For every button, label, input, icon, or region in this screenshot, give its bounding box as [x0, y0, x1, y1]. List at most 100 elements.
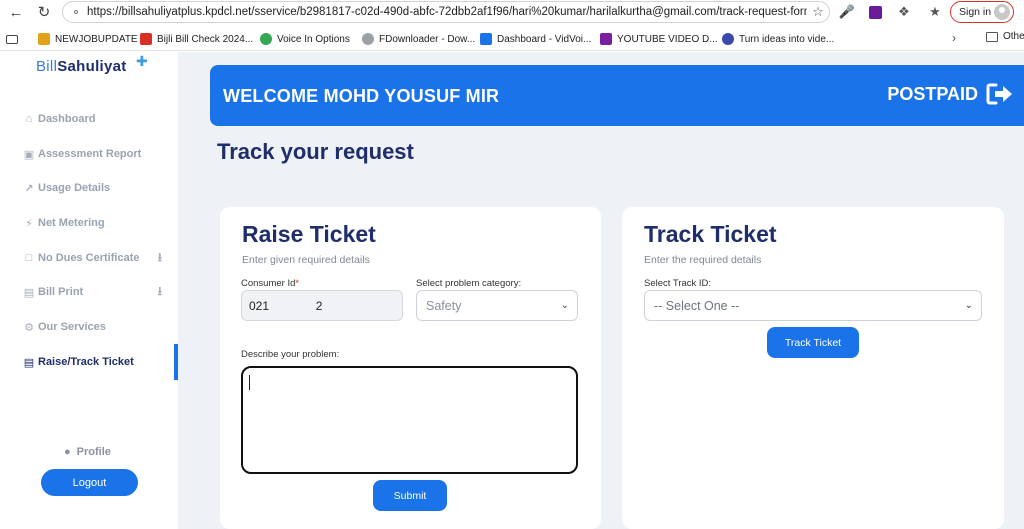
bookmark-youtube-video[interactable]: YOUTUBE VIDEO D... [600, 31, 718, 47]
describe-label: Describe your problem: [241, 349, 340, 360]
track-ticket-button[interactable]: Track Ticket [767, 327, 859, 358]
logo-plus-icon: ✚ [136, 53, 148, 69]
sidebar-item-bill-print[interactable]: ▤ Bill Print ⭳ [22, 282, 172, 302]
sidebar-item-label: Bill Print [38, 286, 84, 298]
chart-icon: ↗ [24, 182, 34, 195]
category-label: Select problem category: [416, 278, 522, 289]
consumer-id-label: Consumer Id* [241, 278, 299, 289]
bookmark-fdownloader[interactable]: FDownloader - Dow... [362, 31, 475, 47]
reload-icon[interactable]: ↻ [34, 2, 54, 22]
sidebar-item-label: Assessment Report [38, 148, 142, 160]
bolt-icon: ⚡ [25, 217, 33, 230]
download-icon[interactable]: ⭳ [158, 248, 162, 269]
url-text[interactable]: https://billsahuliyatplus.kpdcl.net/sser… [87, 6, 807, 18]
bookmark-label: FDownloader - Dow... [379, 33, 476, 45]
bookmark-label: NEWJOBUPDATE [55, 33, 138, 45]
logout-button[interactable]: Logout [41, 469, 138, 496]
chevron-down-icon: ⌄ [560, 300, 569, 311]
page: BillSahuliyat ✚ ⌂ Dashboard ▣ Assessment R… [0, 52, 1024, 529]
describe-problem-textarea[interactable] [241, 366, 578, 474]
profile-label: Profile [76, 446, 111, 458]
sidebar-item-label: Raise/Track Ticket [38, 356, 134, 368]
bookmark-bijli-bill[interactable]: Bijli Bill Check 2024... [140, 31, 253, 47]
active-indicator [174, 344, 178, 380]
track-id-label: Select Track ID: [644, 278, 712, 289]
logo-text-part1: Bill [36, 58, 58, 75]
user-icon: ● [64, 446, 71, 458]
app-logo[interactable]: BillSahuliyat [36, 58, 127, 75]
bookmark-label: Bijli Bill Check 2024... [157, 33, 254, 45]
gear-icon: ⚙ [24, 321, 34, 334]
chevron-down-icon: ⌄ [964, 300, 973, 311]
sidebar-item-label: Usage Details [38, 182, 111, 194]
other-bookmarks[interactable]: Othe [986, 31, 1024, 42]
profile-link[interactable]: ● Profile [64, 446, 111, 458]
sidebar-item-net-metering[interactable]: ⚡ Net Metering [22, 213, 172, 233]
sidebar-item-raise-track-ticket[interactable]: ▤ Raise/Track Ticket [22, 352, 172, 372]
fdownloader-favicon-icon [362, 33, 374, 45]
welcome-banner: WELCOME MOHD YOUSUF MIR POSTPAID [210, 65, 1024, 126]
category-selected-value: Safety [426, 298, 462, 313]
folder-icon [986, 31, 998, 42]
consumer-id-input[interactable]: 021 2 [241, 290, 403, 321]
consumer-id-label-text: Consumer Id [241, 278, 296, 289]
address-bar[interactable]: ⚬ https://billsahuliyatplus.kpdcl.net/ss… [62, 1, 830, 23]
sidebar-item-our-services[interactable]: ⚙ Our Services [22, 317, 172, 337]
tab-search-icon[interactable] [6, 31, 23, 47]
browser-toolbar: ← ↻ ⚬ https://billsahuliyatplus.kpdcl.ne… [0, 0, 1024, 26]
favorites-icon[interactable]: ★ [926, 3, 944, 21]
ideas-favicon-icon [722, 33, 734, 45]
report-icon: ▣ [23, 148, 35, 161]
print-icon: ▤ [23, 286, 35, 299]
raise-ticket-subtitle: Enter given required details [242, 254, 370, 266]
kv-favicon-icon [600, 33, 612, 45]
bijli-favicon-icon [140, 33, 152, 45]
bookmarks-bar: NEWJOBUPDATE Bijli Bill Check 2024... Vo… [0, 27, 1024, 51]
plan-label: POSTPAID [887, 83, 978, 104]
microphone-icon[interactable]: 🎤 [838, 3, 856, 21]
extension-n-icon[interactable] [866, 3, 884, 21]
other-bookmarks-label: Othe [1003, 31, 1024, 42]
sign-out-icon[interactable] [986, 82, 1014, 106]
text-caret [249, 375, 250, 390]
track-ticket-card: Track Ticket Enter the required details … [622, 207, 1004, 529]
submit-button[interactable]: Submit [373, 480, 447, 511]
bookmark-voice-in[interactable]: Voice In Options [260, 31, 350, 47]
raise-ticket-title: Raise Ticket [242, 221, 376, 247]
bookmark-vidvoice[interactable]: Dashboard - VidVoi... [480, 31, 591, 47]
download-icon[interactable]: ⭳ [158, 282, 162, 303]
bookmark-label: Turn ideas into vide... [739, 33, 835, 45]
track-id-selected-value: -- Select One -- [654, 298, 740, 313]
sidebar: BillSahuliyat ✚ ⌂ Dashboard ▣ Assessment R… [0, 52, 178, 529]
bookmark-label: Dashboard - VidVoi... [497, 33, 592, 45]
sign-in-label: Sign in [959, 6, 992, 18]
welcome-text: WELCOME MOHD YOUSUF MIR [223, 86, 500, 106]
sidebar-item-label: No Dues Certificate [38, 252, 140, 264]
sidebar-item-label: Net Metering [38, 217, 105, 229]
sidebar-item-usage-details[interactable]: ↗ Usage Details [22, 178, 172, 198]
back-icon[interactable]: ← [6, 2, 26, 22]
voicein-favicon-icon [260, 33, 272, 45]
bookmark-star-icon[interactable]: ☆ [807, 4, 829, 20]
home-icon: ⌂ [25, 113, 33, 125]
bookmark-label: Voice In Options [277, 33, 350, 45]
chevron-right-icon[interactable]: › [952, 31, 956, 45]
newjob-favicon-icon [38, 33, 50, 45]
plan-indicator[interactable]: POSTPAID [887, 82, 1014, 106]
sidebar-item-assessment-report[interactable]: ▣ Assessment Report [22, 144, 172, 164]
sidebar-item-no-dues-certificate[interactable]: □ No Dues Certificate ⭳ [22, 248, 172, 268]
site-info-icon[interactable]: ⚬ [65, 6, 87, 19]
required-star: * [295, 278, 299, 288]
sign-in-button[interactable]: Sign in [950, 1, 1014, 23]
track-ticket-subtitle: Enter the required details [644, 254, 762, 266]
sidebar-item-dashboard[interactable]: ⌂ Dashboard [22, 109, 172, 129]
ticket-icon: ▤ [23, 356, 35, 369]
track-id-select[interactable]: -- Select One -- ⌄ [644, 290, 982, 321]
bookmark-turn-ideas[interactable]: Turn ideas into vide... [722, 31, 834, 47]
category-select[interactable]: Safety ⌄ [416, 290, 578, 321]
vidvoice-favicon-icon [480, 33, 492, 45]
sidebar-item-label: Dashboard [38, 113, 96, 125]
bookmark-newjobupdate[interactable]: NEWJOBUPDATE [38, 31, 138, 47]
extensions-puzzle-icon[interactable]: ❖ [895, 3, 913, 21]
document-icon: □ [25, 252, 33, 264]
